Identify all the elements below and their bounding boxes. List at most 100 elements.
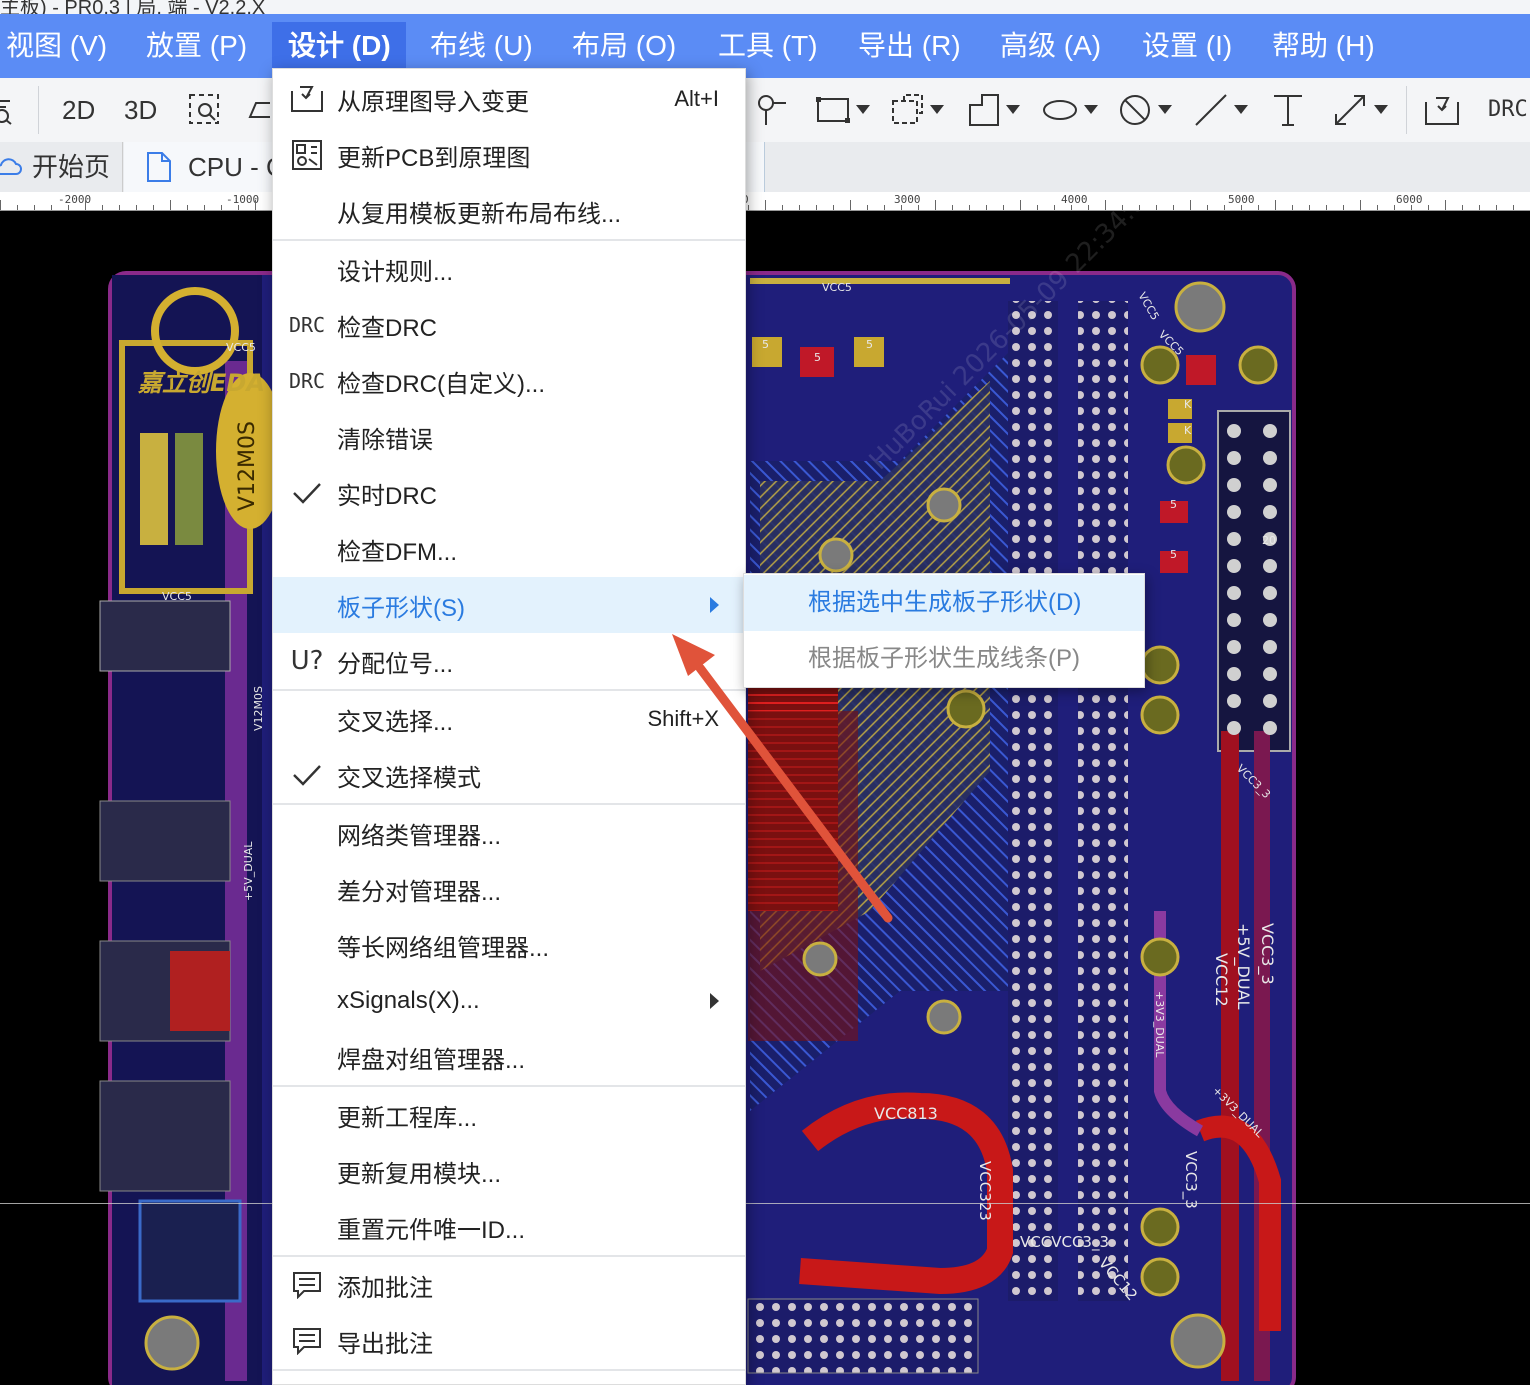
submenu-item-generate-lines[interactable]: 根据板子形状生成线条(P) [744,631,1144,687]
menu-item-update-project-lib[interactable]: 更新工程库... [273,1087,745,1143]
menu-settings[interactable]: 设置 (I) [1126,22,1248,70]
menu-item-assign-designator[interactable]: U? 分配位号... [273,633,745,689]
polygon-icon[interactable] [968,90,1020,130]
menu-export[interactable]: 导出 (R) [842,22,977,70]
title-bar: 主板) - PR0.3 | 局, 端 - V2.2.X [0,0,1530,14]
silk-label: VCC3_3 [1257,923,1277,985]
2d-view-button[interactable]: 2D [62,90,95,130]
pcb-board: 嘉立创EDA VCC5 VCC5 VCC5 V12M0S V12M0S +5V_… [99,211,1296,1385]
header-pin [1227,451,1241,465]
silk-label: K [1184,398,1192,411]
menu-item-check-drc[interactable]: DRC 检查DRC [273,297,745,353]
check-icon [287,755,327,795]
menu-item-reset-unique-id[interactable]: 重置元件唯一ID... [273,1199,745,1255]
ruler-tick [1003,205,1004,210]
ruler-tick [153,205,154,210]
pcb-canvas[interactable]: 嘉立创EDA VCC5 VCC5 VCC5 V12M0S V12M0S +5V_… [0,211,1530,1385]
menu-layout[interactable]: 布局 (O) [556,22,692,70]
silk-label: K [1184,424,1192,437]
dashed-rect-icon[interactable] [890,90,944,130]
drc-icon: DRC [288,369,326,393]
ruler-tick [221,205,222,210]
ruler-tick [765,200,766,210]
zoom-area-icon[interactable] [188,90,222,130]
menu-item-pad-pair-manager[interactable]: 焊盘对组管理器... [273,1029,745,1085]
header-pin [1263,505,1277,519]
menu-item-xsignals[interactable]: xSignals(X)... [273,973,745,1029]
ruler-tick [884,205,885,210]
menu-item-cross-select[interactable]: 交叉选择... Shift+X [273,691,745,747]
forbidden-area-icon[interactable] [1118,90,1172,130]
menu-view[interactable]: 视图 (V) [0,22,123,70]
menu-item-check-drc-custom[interactable]: DRC 检查DRC(自定义)... [273,353,745,409]
menu-item-update-schematic[interactable]: 更新PCB到原理图 [273,127,745,183]
ruler-label: 6000 [1396,193,1423,206]
menu-item-net-class-manager[interactable]: 网络类管理器... [273,805,745,861]
ruler-tick [238,205,239,210]
rect-icon[interactable] [816,90,870,130]
layer-icon[interactable] [246,90,270,130]
silk-label: VCC5 [226,341,256,354]
silk-label: 5 [1170,498,1177,511]
ruler-tick [1054,205,1055,210]
header-pin [1227,586,1241,600]
ruler-tick [1037,205,1038,210]
menu-item-check-dfm[interactable]: 检查DFM... [273,521,745,577]
drc-button[interactable]: DRC [1488,90,1528,130]
window-title: 主板) - PR0.3 | 局, 端 - V2.2.X [0,0,266,14]
ruler-tick [170,200,171,210]
submenu-arrow-icon [710,993,719,1009]
menu-item-import-changes[interactable]: 从原理图导入变更 Alt+I [273,71,745,127]
tab-home-label: 开始页 [32,152,111,182]
import-changes-icon[interactable] [1424,90,1460,130]
menu-route[interactable]: 布线 (U) [414,22,549,70]
menu-design[interactable]: 设计 (D) [272,22,406,70]
menu-item-update-reuse-module[interactable]: 更新复用模块... [273,1143,745,1199]
menu-item-update-from-template[interactable]: 从复用模板更新布局布线... [273,183,745,239]
toolbar: 2D 3D DRC [0,78,1530,143]
ruler-tick [1139,205,1140,210]
submenu-item-generate-from-selection[interactable]: 根据选中生成板子形状(D) [744,575,1144,631]
menu-item-cross-select-mode[interactable]: 交叉选择模式 [273,747,745,803]
silk-label: VCCVCC3_3 [1020,1233,1109,1252]
menu-advanced[interactable]: 高级 (A) [984,22,1117,70]
ruler-tick [1207,205,1208,210]
ruler-tick [1309,205,1310,210]
menu-item-add-comment[interactable]: 添加批注 [273,1257,745,1313]
ruler-tick [833,205,834,210]
ruler-tick [17,205,18,210]
header-pin [1227,640,1241,654]
ellipse-icon[interactable] [1042,90,1098,130]
silk-label: 5 [762,338,769,351]
menu-item-equal-length-manager[interactable]: 等长网络组管理器... [273,917,745,973]
menu-tools[interactable]: 工具 (T) [702,22,834,70]
menu-place[interactable]: 放置 (P) [130,22,263,70]
header-pin [1227,505,1241,519]
ruler-tick [136,205,137,210]
menu-item-export-comment[interactable]: 导出批注 [273,1313,745,1369]
line-icon[interactable] [1194,90,1248,130]
3d-view-button[interactable]: 3D [124,90,157,130]
update-schematic-icon [287,135,327,175]
pin-probe-icon[interactable] [756,90,788,130]
ruler-tick [867,205,868,210]
tab-home[interactable]: 开始页 [0,142,123,192]
menu-item-board-shape[interactable]: 板子形状(S) [273,577,745,633]
dimension-icon[interactable] [1332,90,1388,130]
ruler-tick [1360,200,1361,210]
silk-label: 5 [1170,548,1177,561]
menu-item-diff-pair-manager[interactable]: 差分对管理器... [273,861,745,917]
menu-item-clear-errors[interactable]: 清除错误 [273,409,745,465]
menu-item-realtime-drc[interactable]: 实时DRC [273,465,745,521]
ruler-tick [1190,200,1191,210]
board-shape-submenu: 根据选中生成板子形状(D) 根据板子形状生成线条(P) [743,573,1145,688]
header-pin [1227,478,1241,492]
document-icon [147,152,171,182]
text-icon[interactable] [1272,90,1304,130]
zoom-icon[interactable] [0,90,18,130]
menu-help[interactable]: 帮助 (H) [1256,22,1391,70]
menu-item-design-rules[interactable]: 设计规则... [273,241,745,297]
header-pin [1263,667,1277,681]
assign-designator-icon: U? [290,646,324,676]
ruler-tick [68,205,69,210]
